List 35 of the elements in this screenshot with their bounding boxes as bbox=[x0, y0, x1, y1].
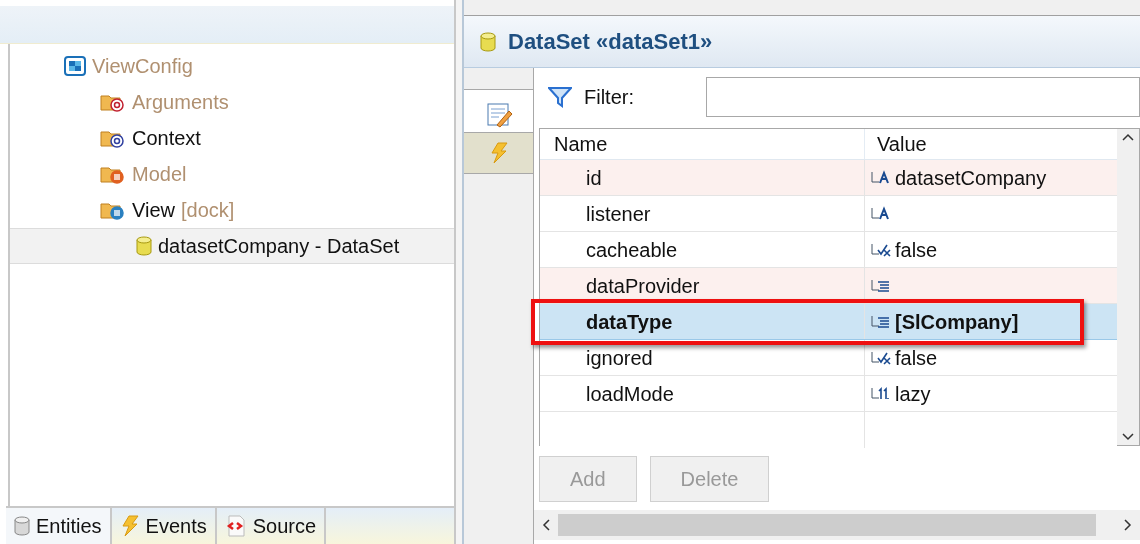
tab[interactable]: Entities bbox=[6, 508, 112, 544]
property-name: ignored bbox=[540, 340, 865, 375]
tree-item[interactable]: View [dock] bbox=[10, 192, 454, 228]
property-name: dataProvider bbox=[540, 268, 865, 303]
property-row[interactable]: dataType [SlCompany] bbox=[540, 304, 1117, 340]
property-name: dataType bbox=[540, 304, 865, 339]
property-name: cacheable bbox=[540, 232, 865, 267]
tree-label: ViewConfig bbox=[92, 54, 193, 79]
property-row[interactable]: loadMode lazy bbox=[540, 376, 1117, 412]
tree-label: Arguments bbox=[132, 90, 229, 115]
column-header[interactable]: Value bbox=[865, 129, 1117, 159]
tree-item[interactable]: datasetCompany - DataSet bbox=[10, 228, 454, 264]
property-row[interactable]: listener bbox=[540, 196, 1117, 232]
filter-label: Filter: bbox=[584, 85, 634, 110]
property-row[interactable]: dataProvider bbox=[540, 268, 1117, 304]
property-value: lazy bbox=[895, 381, 931, 407]
property-name: listener bbox=[540, 196, 865, 231]
tree-label: Model bbox=[132, 162, 187, 187]
property-name: id bbox=[540, 160, 865, 195]
property-name: loadMode bbox=[540, 376, 865, 411]
property-value: [SlCompany] bbox=[895, 309, 1019, 335]
tab[interactable]: Events bbox=[111, 508, 217, 544]
property-value: false bbox=[895, 237, 938, 263]
tree-item[interactable]: Context bbox=[10, 120, 454, 156]
property-row[interactable]: id datasetCompany bbox=[540, 160, 1117, 196]
tree-label: Context bbox=[132, 126, 201, 151]
property-value: datasetCompany bbox=[895, 165, 1047, 191]
tree-label: View bbox=[132, 198, 175, 223]
editor-title: DataSet «dataSet1» bbox=[508, 28, 713, 56]
column-header[interactable]: Name bbox=[540, 129, 865, 159]
tab[interactable]: Source bbox=[216, 508, 327, 544]
tree-label: datasetCompany - DataSet bbox=[158, 234, 400, 259]
property-row[interactable]: cacheable false bbox=[540, 232, 1117, 268]
tree-label-suffix: [dock] bbox=[181, 198, 235, 223]
property-value: false bbox=[895, 345, 938, 371]
